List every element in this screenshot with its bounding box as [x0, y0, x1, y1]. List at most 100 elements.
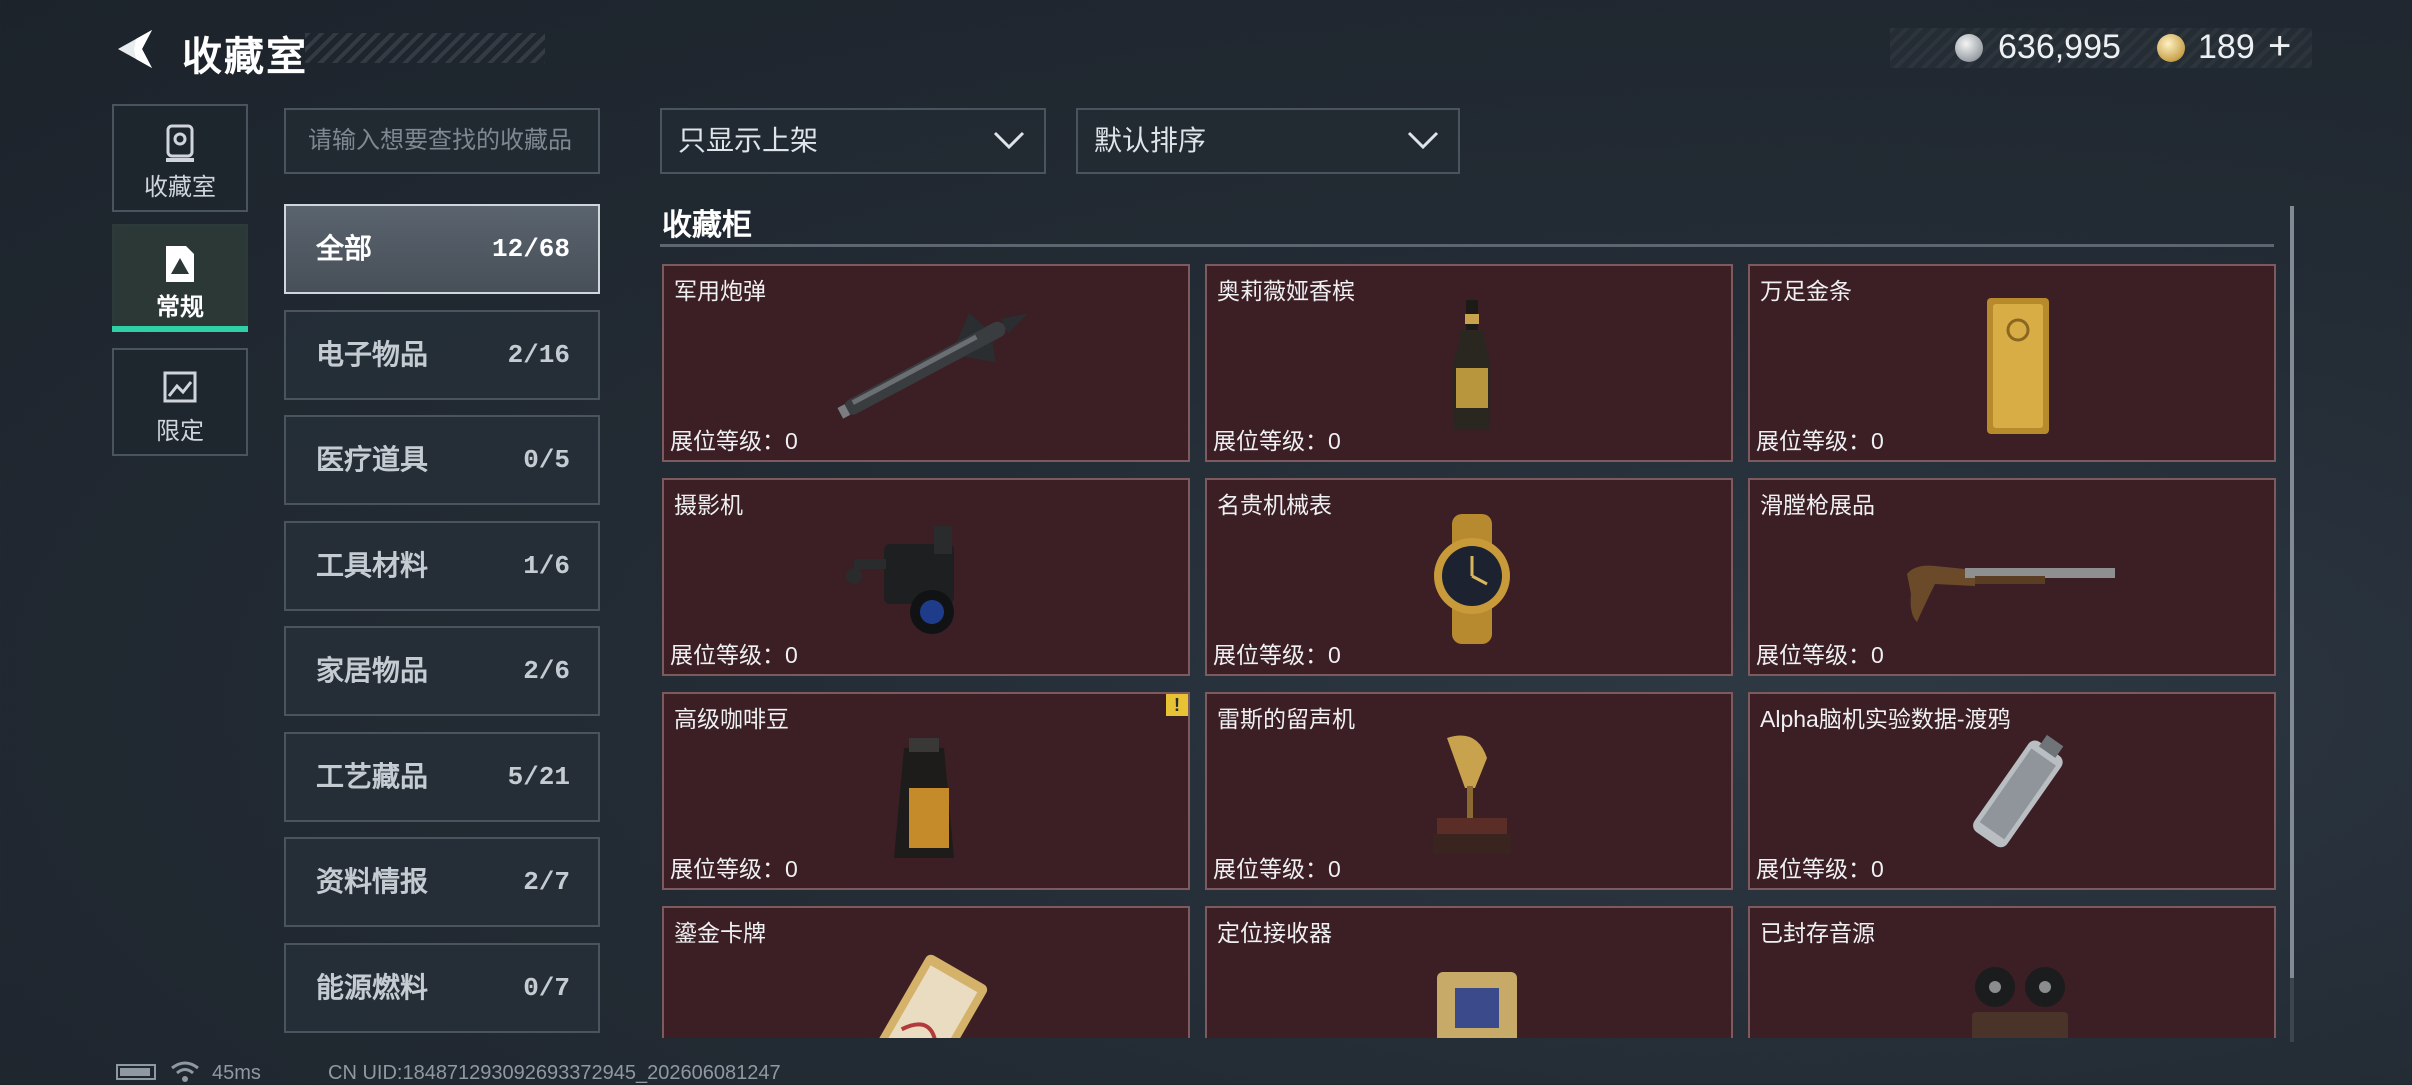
- category-crafts[interactable]: 工艺藏品 5/21: [284, 732, 600, 822]
- camera-icon: [846, 526, 954, 634]
- category-fuel[interactable]: 能源燃料 0/7: [284, 943, 600, 1033]
- card-name: 奥莉薇娅香槟: [1217, 278, 1355, 304]
- collection-card-alpha-data[interactable]: Alpha脑机实验数据-渡鸦 展位等级：0: [1748, 692, 2276, 890]
- user-uid: CN UID:18487129309269337​2945_2026060812…: [328, 1062, 781, 1084]
- category-count: 2/16: [507, 340, 570, 370]
- sort-dropdown[interactable]: 默认排序: [1076, 108, 1460, 174]
- collection-card-coffee-beans[interactable]: 高级咖啡豆 ! 展位等级：0: [662, 692, 1190, 890]
- card-level: 展位等级：0: [1756, 428, 1884, 454]
- category-label: 医疗道具: [316, 444, 429, 475]
- category-count: 12/68: [491, 234, 570, 264]
- collection-card-champagne[interactable]: 奥莉薇娅香槟 展位等级：0: [1205, 264, 1733, 462]
- card-name: 雷斯的留声机: [1217, 706, 1355, 732]
- collection-card-luxury-watch[interactable]: 名贵机械表 展位等级：0: [1205, 478, 1733, 676]
- card-name: 鎏金卡牌: [674, 920, 766, 946]
- collection-card-gramophone[interactable]: 雷斯的留声机 展位等级：0: [1205, 692, 1733, 890]
- receiver-icon: [1437, 972, 1517, 1038]
- cabinet-grid: 军用炮弹 展位等级：0 奥莉薇娅香槟 展位等级：0 万足金条 展位等级：0 摄影…: [640, 252, 2280, 1038]
- gold-currency-amount: 189: [2198, 28, 2255, 66]
- nav-regular[interactable]: 常规: [112, 224, 248, 332]
- wifi-icon: [171, 1061, 199, 1082]
- scrollbar-thumb[interactable]: [2290, 206, 2294, 978]
- gold-bar-icon: [1987, 298, 2049, 434]
- card-level: 展位等级：0: [1213, 642, 1341, 668]
- category-label: 资料情报: [316, 866, 429, 897]
- collection-card-gilded-card[interactable]: 鎏金卡牌: [662, 906, 1190, 1038]
- card-level: 展位等级：0: [1756, 856, 1884, 882]
- gold-coin-icon: [2157, 34, 2185, 62]
- category-tools[interactable]: 工具材料 1/6: [284, 521, 600, 611]
- title-decoration: [305, 33, 545, 63]
- nav-collection-room[interactable]: 收藏室: [112, 104, 248, 212]
- cabinet-title: 收藏柜: [662, 209, 752, 242]
- ping-readout: 45ms: [212, 1062, 261, 1084]
- category-label: 工具材料: [316, 550, 429, 581]
- card-name: 万足金条: [1760, 278, 1852, 304]
- search-input[interactable]: [286, 110, 598, 172]
- collection-card-musket[interactable]: 滑膛枪展品 展位等级：0: [1748, 478, 2276, 676]
- card-level: 展位等级：0: [670, 856, 798, 882]
- card-level: 展位等级：0: [1213, 856, 1341, 882]
- nav-limited[interactable]: 限定: [112, 348, 248, 456]
- category-label: 能源燃料: [316, 972, 429, 1003]
- trophy-icon: [166, 124, 194, 162]
- collection-card-artillery-shell[interactable]: 军用炮弹 展位等级：0: [662, 264, 1190, 462]
- category-electronics[interactable]: 电子物品 2/16: [284, 310, 600, 400]
- sort-value: 默认排序: [1094, 125, 1207, 156]
- category-label: 全部: [316, 233, 373, 264]
- collection-card-sealed-audio[interactable]: 已封存音源: [1748, 906, 2276, 1038]
- card-name: 军用炮弹: [674, 278, 766, 304]
- gramophone-icon: [1433, 735, 1511, 854]
- category-household[interactable]: 家居物品 2/6: [284, 626, 600, 716]
- category-all[interactable]: 全部 12/68: [284, 204, 600, 294]
- musket-icon: [1907, 565, 2115, 622]
- card-name: 高级咖啡豆: [674, 706, 789, 732]
- data-canister-icon: [1973, 734, 2064, 848]
- warning-badge-icon: !: [1166, 694, 1188, 716]
- add-currency-button[interactable]: +: [2268, 24, 2291, 69]
- category-count: 2/6: [523, 656, 570, 686]
- card-name: 摄影机: [674, 492, 743, 518]
- coffee-bag-icon: [894, 738, 954, 858]
- missile-icon: [837, 312, 1028, 419]
- silver-coin-icon: [1955, 34, 1983, 62]
- gilded-card-icon: [875, 954, 988, 1038]
- nav-limited-label: 限定: [156, 418, 204, 445]
- cabinet-divider: [660, 244, 2274, 247]
- shelf-filter-value: 只显示上架: [678, 125, 819, 156]
- nav-collection-label: 收藏室: [144, 174, 216, 201]
- page-title: 收藏室: [182, 35, 308, 79]
- back-arrow-icon[interactable]: [112, 26, 158, 72]
- silver-currency-amount: 636,995: [1998, 28, 2121, 66]
- card-level: 展位等级：0: [670, 642, 798, 668]
- category-label: 工艺藏品: [316, 761, 429, 792]
- card-level: 展位等级：0: [1213, 428, 1341, 454]
- chevron-down-icon: [1407, 131, 1439, 150]
- category-count: 2/7: [523, 867, 570, 897]
- card-level: 展位等级：0: [1756, 642, 1884, 668]
- shelf-filter-dropdown[interactable]: 只显示上架: [660, 108, 1046, 174]
- nav-active-indicator: [112, 326, 248, 332]
- card-icon: [166, 246, 194, 282]
- category-count: 0/5: [523, 445, 570, 475]
- watch-icon: [1434, 514, 1510, 644]
- card-name: 定位接收器: [1217, 920, 1332, 946]
- collection-card-gold-bar[interactable]: 万足金条 展位等级：0: [1748, 264, 2276, 462]
- category-count: 0/7: [523, 973, 570, 1003]
- battery-icon: [116, 1064, 156, 1080]
- tape-recorder-icon: [1972, 967, 2068, 1038]
- category-count: 5/21: [507, 762, 570, 792]
- card-name: 名贵机械表: [1217, 492, 1332, 518]
- category-intel[interactable]: 资料情报 2/7: [284, 837, 600, 927]
- category-count: 1/6: [523, 551, 570, 581]
- collection-card-locator-receiver[interactable]: 定位接收器: [1205, 906, 1733, 1038]
- card-name: 已封存音源: [1760, 920, 1875, 946]
- collection-card-camera[interactable]: 摄影机 展位等级：0: [662, 478, 1190, 676]
- category-medical[interactable]: 医疗道具 0/5: [284, 415, 600, 505]
- champagne-bottle-icon: [1454, 300, 1490, 430]
- nav-regular-label: 常规: [156, 294, 204, 321]
- card-level: 展位等级：0: [670, 428, 798, 454]
- category-label: 家居物品: [316, 655, 429, 686]
- search-box: [284, 108, 600, 174]
- image-icon: [163, 371, 197, 403]
